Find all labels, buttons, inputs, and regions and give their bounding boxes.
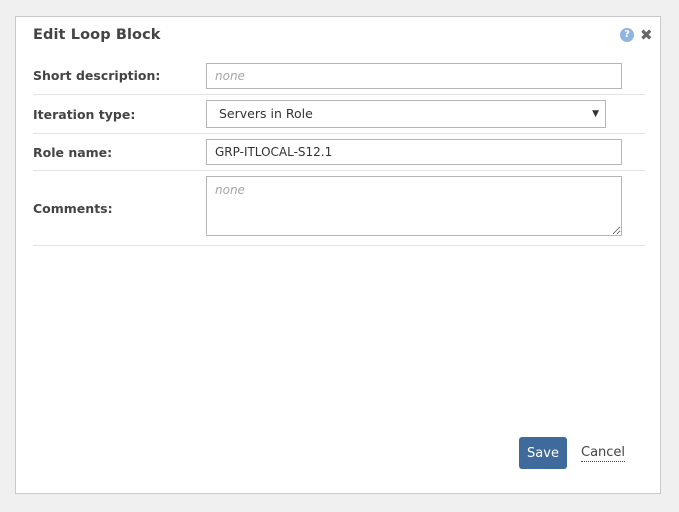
role-name-row: Role name: bbox=[33, 134, 645, 171]
iteration-type-selected-value: Servers in Role bbox=[219, 106, 313, 121]
iteration-type-label: Iteration type: bbox=[33, 107, 136, 122]
dropdown-arrow-icon: ▼ bbox=[592, 109, 599, 119]
dialog-title: Edit Loop Block bbox=[33, 27, 161, 43]
role-name-input[interactable] bbox=[206, 139, 622, 165]
comments-row: Comments: bbox=[33, 171, 645, 246]
iteration-type-select[interactable]: Servers in Role ▼ bbox=[206, 100, 606, 128]
short-description-input[interactable] bbox=[206, 63, 622, 89]
save-button[interactable]: Save bbox=[519, 437, 567, 469]
role-name-label: Role name: bbox=[33, 145, 113, 160]
short-description-label: Short description: bbox=[33, 68, 161, 83]
cancel-link[interactable]: Cancel bbox=[581, 445, 626, 462]
edit-loop-block-dialog: Edit Loop Block ? ✖ Short description: I… bbox=[15, 16, 661, 494]
iteration-type-row: Iteration type: Servers in Role ▼ bbox=[33, 95, 645, 134]
close-icon[interactable]: ✖ bbox=[640, 25, 653, 45]
help-icon[interactable]: ? bbox=[620, 28, 634, 42]
short-description-row: Short description: bbox=[33, 57, 645, 95]
comments-textarea[interactable] bbox=[206, 176, 622, 236]
comments-label: Comments: bbox=[33, 201, 113, 216]
